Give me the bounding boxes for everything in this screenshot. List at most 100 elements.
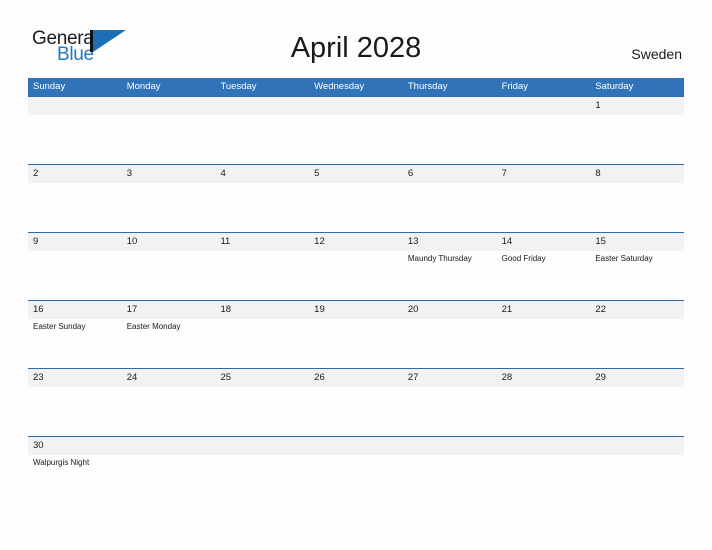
weekday-header-row: Sunday Monday Tuesday Wednesday Thursday… [28,78,684,96]
day-event: Walpurgis Night [33,458,90,467]
day-number[interactable] [215,437,309,455]
day-number[interactable]: 24 [122,369,216,387]
day-number[interactable]: 20 [403,301,497,319]
day-number[interactable]: 28 [497,369,591,387]
day-number[interactable]: 30 [28,437,122,455]
country-label: Sweden [631,46,682,62]
day-event [122,183,216,232]
day-number[interactable] [215,97,309,115]
day-event [497,115,591,164]
day-event [215,455,309,504]
week-event-band [28,183,684,232]
week-event-band: Maundy Thursday Good Friday Easter Satur… [28,251,684,300]
day-number[interactable] [28,97,122,115]
day-event [309,183,403,232]
day-number[interactable]: 26 [309,369,403,387]
weekday-header-friday: Friday [501,81,528,92]
day-event [403,319,497,368]
day-number[interactable] [309,437,403,455]
calendar-week-row: 23 24 25 26 27 28 29 [28,368,684,436]
day-event [215,387,309,436]
day-event: Good Friday [501,254,546,263]
day-event [590,319,684,368]
day-number[interactable] [590,437,684,455]
day-number[interactable]: 14 [497,233,591,251]
day-event [215,251,309,300]
day-event [590,387,684,436]
day-number[interactable]: 12 [309,233,403,251]
day-event [497,387,591,436]
day-event [309,115,403,164]
day-number[interactable]: 17 [122,301,216,319]
day-number[interactable]: 3 [122,165,216,183]
day-number[interactable]: 18 [215,301,309,319]
day-number[interactable]: 23 [28,369,122,387]
day-number[interactable]: 21 [497,301,591,319]
calendar-week-row: 30 Walpurgis Night [28,436,684,504]
day-event [215,183,309,232]
day-number[interactable] [122,97,216,115]
day-event [122,387,216,436]
day-number[interactable]: 15 [590,233,684,251]
day-number[interactable] [309,97,403,115]
day-number[interactable]: 6 [403,165,497,183]
week-daynumber-band: 16 17 18 19 20 21 22 [28,301,684,319]
day-event [28,251,122,300]
calendar-week-row: 2 3 4 5 6 7 8 [28,164,684,232]
day-number[interactable]: 10 [122,233,216,251]
day-number[interactable]: 1 [590,97,684,115]
day-number[interactable]: 2 [28,165,122,183]
day-number[interactable] [122,437,216,455]
day-event [122,115,216,164]
week-event-band: Walpurgis Night [28,455,684,504]
day-event [215,115,309,164]
weekday-header-saturday: Saturday [595,81,634,92]
day-number[interactable]: 5 [309,165,403,183]
day-event [28,115,122,164]
day-number[interactable] [403,437,497,455]
day-event [497,455,591,504]
day-number[interactable]: 29 [590,369,684,387]
weekday-header-wednesday: Wednesday [314,81,365,92]
weekday-header-sunday: Sunday [33,81,66,92]
day-event [497,319,591,368]
day-event [497,183,591,232]
calendar-week-row: 1 [28,96,684,164]
day-number[interactable] [497,97,591,115]
day-event [590,455,684,504]
week-daynumber-band: 23 24 25 26 27 28 29 [28,369,684,387]
day-event [590,115,684,164]
day-event: Easter Saturday [595,254,653,263]
day-number[interactable]: 4 [215,165,309,183]
day-number[interactable]: 22 [590,301,684,319]
weekday-header-monday: Monday [126,81,161,92]
day-number[interactable]: 19 [309,301,403,319]
day-number[interactable]: 9 [28,233,122,251]
day-event [590,183,684,232]
day-event [122,455,216,504]
day-event: Easter Monday [126,322,181,331]
week-daynumber-band: 30 [28,437,684,455]
day-number[interactable] [403,97,497,115]
day-event: Easter Sunday [33,322,86,331]
day-number[interactable]: 16 [28,301,122,319]
day-number[interactable] [497,437,591,455]
day-number[interactable]: 7 [497,165,591,183]
day-number[interactable]: 8 [590,165,684,183]
day-event [403,115,497,164]
day-event [403,455,497,504]
day-number[interactable]: 27 [403,369,497,387]
day-event [28,183,122,232]
week-event-band [28,387,684,436]
day-event [309,387,403,436]
day-number[interactable]: 11 [215,233,309,251]
weekday-header-thursday: Thursday [407,81,448,92]
day-event [309,319,403,368]
calendar-grid: Sunday Monday Tuesday Wednesday Thursday… [28,78,684,504]
week-daynumber-band: 2 3 4 5 6 7 8 [28,165,684,183]
day-event [403,183,497,232]
day-number[interactable]: 13 [403,233,497,251]
week-daynumber-band: 9 10 11 12 13 14 15 [28,233,684,251]
week-event-band [28,115,684,164]
day-number[interactable]: 25 [215,369,309,387]
